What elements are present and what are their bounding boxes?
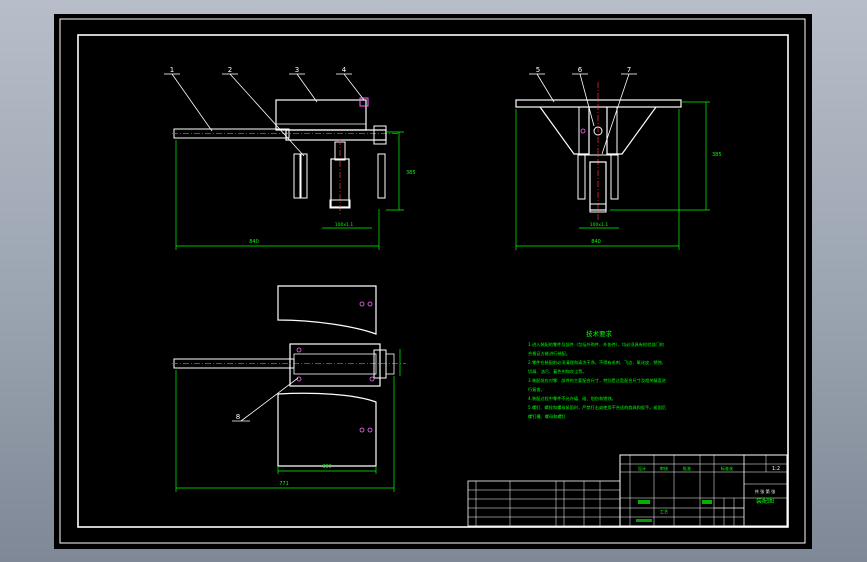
notes-line-2: 合格证方能进行装配。 bbox=[528, 350, 570, 357]
drawing-canvas: 840 100x1.1 385 1 2 3 4 5 6 7 840 100x1.… bbox=[59, 18, 806, 544]
notes-line-6: 行复查。 bbox=[528, 386, 545, 393]
tb-drawing-name: 装配图 bbox=[756, 497, 774, 505]
front-view bbox=[171, 73, 404, 250]
tb-designer: 设计 bbox=[638, 465, 646, 472]
notes-line-4: 切屑、油污、着色剂和灰尘等。 bbox=[528, 368, 587, 375]
dim-side-width: 840 bbox=[591, 239, 601, 245]
tb-std: 标准化 bbox=[721, 465, 734, 472]
dim-front-height: 385 bbox=[406, 170, 416, 176]
sheet-inner-border bbox=[77, 34, 789, 528]
dim-top-overall: 771 bbox=[279, 481, 289, 487]
notes-line-1: 1.进入装配的零件及部件（包括外购件、外协件），均必须具有检验部门的 bbox=[528, 341, 664, 348]
balloon-4: 4 bbox=[342, 66, 347, 74]
notes-line-5: 3.装配前应对零、部件的主要配合尺寸，特别是过盈配合尺寸及相关精度进 bbox=[528, 377, 667, 384]
balloon-6: 6 bbox=[578, 66, 583, 74]
notes-line-8: 5.螺钉、螺栓和螺母紧固时，严禁打击或使用不合适的旋具和扳手。紧固后 bbox=[528, 404, 666, 411]
top-view bbox=[172, 285, 406, 492]
notes-line-9: 螺钉槽、螺母和螺钉 bbox=[528, 413, 567, 420]
notes-title: 技术要求 bbox=[586, 329, 613, 338]
dim-top-inner: 330 bbox=[322, 464, 332, 470]
balloon-2: 2 bbox=[228, 66, 232, 74]
notes-line-3: 2.零件在装配前必须清理和清洗干净，不得有毛刺、飞边、氧化皮、锈蚀、 bbox=[528, 359, 666, 366]
side-view bbox=[515, 73, 710, 250]
tb-scale: 1:2 bbox=[772, 466, 780, 472]
technical-notes: 技术要求 1.进入装配的零件及部件（包括外购件、外协件），均必须具有检验部门的 … bbox=[528, 329, 667, 420]
dim-side-sub: 100x1.1 bbox=[590, 222, 609, 228]
balloon-3: 3 bbox=[295, 66, 299, 74]
cad-viewport[interactable]: 840 100x1.1 385 1 2 3 4 5 6 7 840 100x1.… bbox=[54, 14, 812, 549]
balloon-7: 7 bbox=[627, 66, 631, 74]
balloon-8: 8 bbox=[236, 413, 240, 421]
title-block bbox=[467, 454, 788, 527]
sheet-outer-border bbox=[59, 18, 806, 544]
notes-line-7: 4.装配过程中零件不允许磕、碰、划伤和锈蚀。 bbox=[528, 395, 616, 402]
tb-approve: 批准 bbox=[683, 465, 691, 472]
tb-process: 工艺 bbox=[660, 509, 668, 514]
tb-sheet: 共 张 第 张 bbox=[755, 488, 777, 495]
dim-side-height: 385 bbox=[712, 152, 722, 158]
dim-front-sub: 100x1.1 bbox=[335, 222, 354, 228]
balloon-1: 1 bbox=[170, 66, 174, 74]
dim-front-width: 840 bbox=[249, 239, 259, 245]
tb-check: 审核 bbox=[660, 465, 669, 472]
balloon-5: 5 bbox=[536, 66, 540, 74]
